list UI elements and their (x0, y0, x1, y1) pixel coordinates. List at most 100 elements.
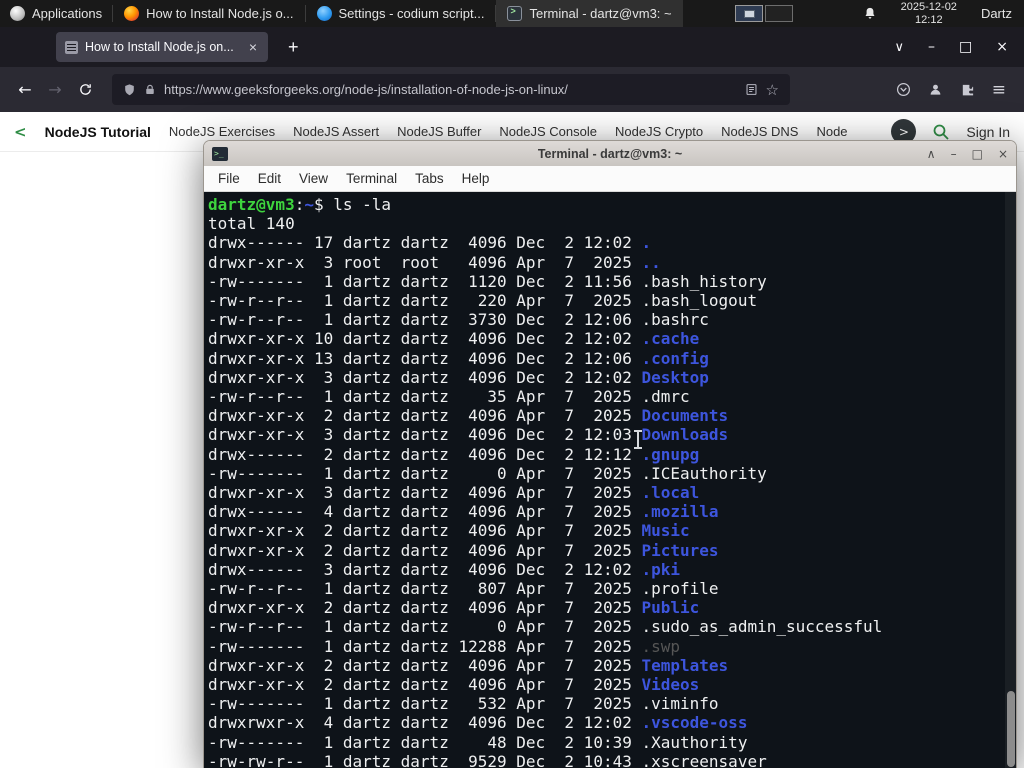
nav-item[interactable]: NodeJS Buffer (397, 124, 481, 139)
taskbar-item[interactable]: Terminal - dartz@vm3: ~ (496, 0, 683, 27)
terminal-line: drwxr-xr-x 2 dartz dartz 4096 Apr 7 2025… (208, 675, 700, 695)
reload-button[interactable] (70, 75, 100, 105)
taskbar-item-title: How to Install Node.js o... (146, 6, 294, 21)
browser-toolbar: ← → https://www.geeksforgeeks.org/node-j… (0, 67, 1024, 112)
window-close-button[interactable]: × (996, 39, 1008, 55)
tracking-shield-icon[interactable] (123, 83, 136, 97)
back-button[interactable]: ← (10, 75, 40, 105)
clock-time: 12:12 (915, 13, 943, 26)
browser-tab-bar: How to Install Node.js on... × + ∨ – □ × (0, 27, 1024, 67)
user-menu[interactable]: Dartz (981, 6, 1016, 21)
terminal-rollup-button[interactable]: ∧ (927, 147, 936, 161)
terminal-line: drwxr-xr-x 3 dartz dartz 4096 Apr 7 2025… (208, 483, 700, 503)
lock-icon[interactable] (144, 83, 156, 96)
terminal-line: drwxr-xr-x 2 dartz dartz 4096 Apr 7 2025… (208, 521, 690, 541)
nav-item[interactable]: NodeJS Assert (293, 124, 379, 139)
menu-terminal[interactable]: Terminal (337, 171, 406, 186)
notification-bell-icon[interactable] (863, 6, 877, 21)
terminal-line: -rw-rw-r-- 1 dartz dartz 9529 Dec 2 10:4… (208, 751, 767, 768)
applications-icon (10, 6, 25, 21)
system-tray: 2025-12-02 12:12 Dartz (734, 1, 1024, 26)
terminal-maximize-button[interactable]: □ (972, 147, 983, 161)
terminal-icon (507, 6, 523, 21)
applications-menu-button[interactable]: Applications (0, 0, 112, 27)
workspace-1[interactable] (734, 5, 763, 22)
nav-item[interactable]: NodeJS Console (499, 124, 597, 139)
account-icon[interactable] (928, 82, 943, 97)
tabbar-controls: ∨ – □ × (895, 39, 1024, 55)
terminal-line: drwxr-xr-x 3 dartz dartz 4096 Dec 2 12:0… (208, 367, 709, 387)
terminal-body[interactable]: dartz@vm3:~$ ls -la total 140 drwx------ 1… (204, 192, 1016, 768)
nav-item[interactable]: Node (816, 124, 847, 139)
list-all-tabs-button[interactable]: ∨ (895, 40, 905, 55)
menu-icon[interactable]: ≡ (992, 80, 1006, 100)
nav-item[interactable]: NodeJS Crypto (615, 124, 703, 139)
applications-label: Applications (32, 6, 103, 21)
browser-tab-active[interactable]: How to Install Node.js on... × (56, 32, 268, 62)
terminal-line: -rw------- 1 dartz dartz 0 Apr 7 2025 .I… (208, 463, 767, 483)
terminal-output: dartz@vm3:~$ ls -la total 140 drwx------ 1… (208, 195, 1016, 768)
bookmark-star-icon[interactable]: ☆ (766, 81, 779, 99)
taskbar-item-title: Terminal - dartz@vm3: ~ (529, 6, 672, 21)
address-bar[interactable]: https://www.geeksforgeeks.org/node-js/in… (112, 74, 790, 105)
terminal-line: drwxr-xr-x 2 dartz dartz 4096 Apr 7 2025… (208, 540, 719, 560)
site-nav-links: NodeJS Exercises NodeJS Assert NodeJS Buff… (169, 124, 848, 139)
new-tab-button[interactable]: + (282, 37, 305, 58)
terminal-line: drwxr-xr-x 2 dartz dartz 4096 Apr 7 2025… (208, 406, 729, 426)
clock[interactable]: 2025-12-02 12:12 (901, 1, 957, 26)
extensions-icon[interactable] (960, 82, 975, 97)
window-minimize-button[interactable]: – (928, 39, 935, 55)
terminal-line: -rw------- 1 dartz dartz 12288 Apr 7 202… (208, 636, 681, 656)
terminal-line: drwxrwxr-x 4 dartz dartz 4096 Dec 2 12:0… (208, 713, 748, 733)
workspace-switcher[interactable] (734, 5, 793, 22)
terminal-line: drwxr-xr-x 3 dartz dartz 4096 Dec 2 12:0… (208, 425, 729, 445)
terminal-window-controls: ∧ – □ × (927, 147, 1008, 161)
terminal-line: -rw-r--r-- 1 dartz dartz 220 Apr 7 2025 … (208, 291, 758, 311)
terminal-app-icon (212, 146, 228, 161)
tab-close-button[interactable]: × (247, 40, 259, 54)
terminal-line: drwx------ 17 dartz dartz 4096 Dec 2 12:… (208, 233, 652, 253)
codium-icon (316, 6, 332, 21)
text-cursor-pointer (634, 430, 642, 449)
forward-button[interactable]: → (40, 75, 70, 105)
taskbar-item[interactable]: How to Install Node.js o... (113, 0, 304, 27)
menu-tabs[interactable]: Tabs (406, 171, 453, 186)
nav-item-active[interactable]: NodeJS Tutorial (45, 124, 151, 140)
terminal-line: drwxr-xr-x 2 dartz dartz 4096 Apr 7 2025… (208, 655, 729, 675)
terminal-scrollbar[interactable] (1005, 192, 1016, 768)
menu-file[interactable]: File (209, 171, 249, 186)
terminal-line: drwxr-xr-x 13 dartz dartz 4096 Dec 2 12:… (208, 348, 709, 368)
sign-in-button[interactable]: Sign In (966, 124, 1010, 140)
terminal-close-button[interactable]: × (998, 147, 1008, 161)
reader-mode-icon[interactable] (745, 83, 758, 96)
terminal-line: -rw-r--r-- 1 dartz dartz 807 Apr 7 2025 … (208, 579, 719, 599)
terminal-line: dartz@vm3:~$ ls -la (208, 195, 392, 214)
desktop-screen: Applications How to Install Node.js o...… (0, 0, 1024, 768)
search-icon[interactable] (932, 123, 950, 141)
terminal-line: -rw-r--r-- 1 dartz dartz 0 Apr 7 2025 .s… (208, 617, 883, 637)
taskbar-window-list: How to Install Node.js o... Settings - co… (113, 0, 683, 27)
nav-scroll-left-icon[interactable]: < (14, 123, 27, 141)
menu-view[interactable]: View (290, 171, 337, 186)
window-maximize-button[interactable]: □ (959, 39, 972, 55)
toolbar-right-icons: ≡ (896, 80, 1014, 100)
terminal-line: drwxr-xr-x 3 root root 4096 Apr 7 2025 .… (208, 252, 661, 272)
nav-item[interactable]: NodeJS Exercises (169, 124, 275, 139)
taskbar-item[interactable]: Settings - codium script... (306, 0, 496, 27)
url-text: https://www.geeksforgeeks.org/node-js/in… (164, 82, 568, 97)
system-taskbar: Applications How to Install Node.js o...… (0, 0, 1024, 27)
terminal-titlebar[interactable]: Terminal - dartz@vm3: ~ ∧ – □ × (204, 141, 1016, 166)
menu-edit[interactable]: Edit (249, 171, 290, 186)
pocket-icon[interactable] (896, 82, 911, 97)
clock-date: 2025-12-02 (900, 1, 957, 13)
terminal-minimize-button[interactable]: – (951, 147, 957, 161)
terminal-scrollbar-thumb[interactable] (1007, 691, 1015, 767)
terminal-line: drwx------ 4 dartz dartz 4096 Apr 7 2025… (208, 502, 719, 522)
terminal-window: Terminal - dartz@vm3: ~ ∧ – □ × FileEdit… (203, 140, 1017, 768)
firefox-icon (124, 6, 140, 21)
nav-item[interactable]: NodeJS DNS (721, 124, 798, 139)
terminal-line: total 140 (208, 214, 295, 234)
workspace-window-thumb (743, 10, 755, 18)
menu-help[interactable]: Help (453, 171, 499, 186)
workspace-2[interactable] (764, 5, 793, 22)
